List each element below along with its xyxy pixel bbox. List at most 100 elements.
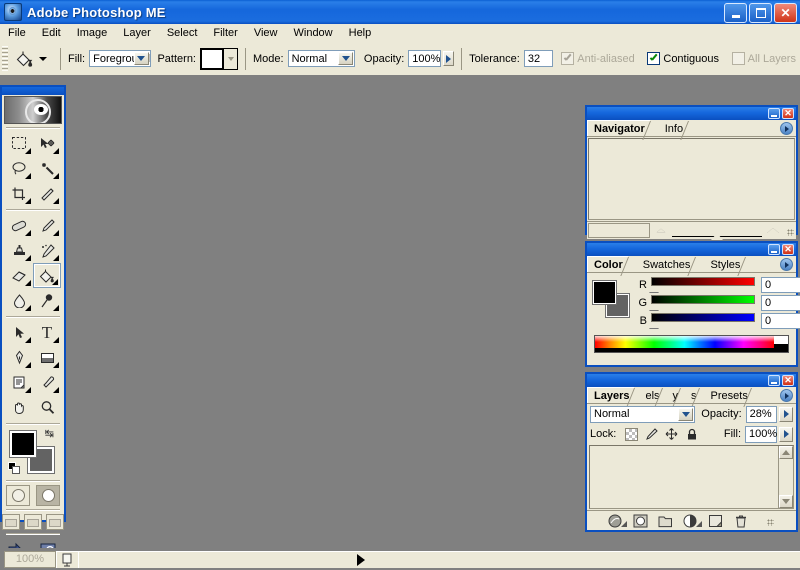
new-adjustment-layer-icon[interactable] (683, 513, 702, 528)
zoom-tool[interactable] (33, 395, 61, 420)
paint-bucket-icon[interactable] (11, 46, 37, 72)
quick-mask-mode-icon[interactable] (36, 485, 60, 506)
new-layer-icon[interactable] (708, 513, 724, 528)
options-bar-grip[interactable] (2, 45, 8, 72)
menu-view[interactable]: View (246, 26, 286, 40)
blend-mode-dropdown[interactable]: Normal (590, 405, 696, 423)
crop-tool[interactable] (5, 181, 33, 206)
resize-grip[interactable] (784, 223, 796, 238)
layers-scrollbar[interactable] (778, 446, 793, 508)
channel-knob-r[interactable] (649, 286, 659, 292)
tab-presets[interactable]: Presets (708, 388, 751, 403)
slice-tool[interactable] (33, 181, 61, 206)
foreground-color-swatch[interactable] (593, 281, 616, 304)
expand-arrow-icon[interactable] (357, 553, 365, 566)
scroll-up-icon[interactable] (779, 446, 793, 459)
document-icon[interactable] (56, 550, 78, 568)
navigator-zoom-input[interactable] (588, 223, 650, 238)
lasso-tool[interactable] (5, 156, 33, 181)
menu-edit[interactable]: Edit (34, 26, 69, 40)
menu-window[interactable]: Window (286, 26, 341, 40)
minimize-icon[interactable] (724, 3, 747, 23)
channel-value-r[interactable]: 0 (761, 277, 800, 293)
pen-tool[interactable] (5, 345, 33, 370)
layers-opacity-slider-button[interactable] (779, 406, 793, 422)
opacity-input[interactable]: 100% (408, 50, 442, 67)
tolerance-input[interactable]: 32 (523, 50, 553, 67)
menu-help[interactable]: Help (341, 26, 380, 40)
shape-tool[interactable] (33, 345, 61, 370)
scroll-down-icon[interactable] (779, 495, 793, 508)
standard-screen-mode-icon[interactable] (2, 514, 20, 530)
close-icon[interactable]: ✕ (774, 3, 797, 23)
minimize-icon[interactable] (768, 244, 780, 255)
notes-tool[interactable] (5, 370, 33, 395)
menu-select[interactable]: Select (159, 26, 206, 40)
resize-grip[interactable] (764, 513, 776, 528)
lock-all-icon[interactable] (685, 428, 698, 441)
status-zoom-field[interactable]: 100% (4, 550, 56, 568)
foreground-color-swatch[interactable] (10, 431, 36, 457)
navigator-zoom-slider[interactable] (650, 228, 784, 240)
clone-stamp-tool[interactable] (5, 238, 33, 263)
palette-menu-icon[interactable] (780, 389, 793, 402)
slider-thumb[interactable] (711, 233, 723, 240)
channel-slider-r[interactable] (649, 277, 755, 293)
layers-palette-titlebar[interactable]: ✕ (587, 374, 796, 387)
history-brush-tool[interactable] (33, 238, 61, 263)
close-icon[interactable]: ✕ (782, 375, 794, 386)
lock-image-pixels-icon[interactable] (645, 428, 659, 441)
hand-tool[interactable] (5, 395, 33, 420)
close-icon[interactable]: ✕ (782, 108, 794, 119)
menu-filter[interactable]: Filter (205, 26, 245, 40)
menu-layer[interactable]: Layer (115, 26, 159, 40)
color-spectrum-ramp[interactable] (594, 335, 789, 353)
layer-style-icon[interactable] (608, 513, 627, 528)
layers-fill-input[interactable]: 100% (745, 425, 777, 443)
standard-mode-icon[interactable] (6, 485, 30, 506)
mode-dropdown[interactable]: Normal (287, 50, 356, 67)
tab-navigator[interactable]: Navigator (587, 120, 650, 136)
menu-file[interactable]: File (0, 26, 34, 40)
zoom-in-icon[interactable] (767, 228, 779, 233)
dodge-tool[interactable] (33, 288, 61, 313)
magic-wand-tool[interactable] (33, 156, 61, 181)
eraser-tool[interactable] (5, 263, 33, 288)
path-selection-tool[interactable] (5, 320, 33, 345)
lock-transparent-pixels-icon[interactable] (625, 427, 639, 441)
swap-colors-icon[interactable]: ↹ (45, 429, 54, 440)
healing-brush-tool[interactable] (5, 213, 33, 238)
channel-value-b[interactable]: 0 (761, 313, 800, 329)
layers-list-content[interactable] (590, 446, 778, 508)
channel-value-g[interactable]: 0 (761, 295, 800, 311)
spectrum-gradient[interactable] (595, 336, 774, 352)
pattern-picker-chevron-icon[interactable] (224, 47, 238, 70)
pattern-swatch[interactable] (200, 47, 224, 70)
toolbox-titlebar[interactable] (2, 87, 64, 95)
zoom-out-icon[interactable] (656, 228, 666, 233)
channel-slider-g[interactable] (649, 295, 755, 311)
blur-tool[interactable] (5, 288, 33, 313)
minimize-icon[interactable] (768, 108, 780, 119)
full-screen-menubar-mode-icon[interactable] (24, 514, 42, 530)
channel-knob-b[interactable] (649, 322, 659, 328)
layers-fill-slider-button[interactable] (779, 426, 793, 442)
tab-layers[interactable]: Layers (587, 387, 635, 403)
spectrum-black-white-swatch[interactable] (774, 336, 788, 352)
channel-knob-g[interactable] (649, 304, 659, 310)
navigator-palette-titlebar[interactable]: ✕ (587, 107, 796, 120)
type-tool[interactable]: T (33, 320, 61, 345)
navigator-thumbnail-view[interactable] (588, 138, 795, 220)
fill-dropdown[interactable]: Foreground (89, 50, 151, 67)
marquee-tool[interactable] (5, 131, 33, 156)
close-icon[interactable]: ✕ (782, 244, 794, 255)
channel-slider-b[interactable] (649, 313, 755, 329)
palette-menu-icon[interactable] (780, 258, 793, 271)
palette-menu-icon[interactable] (780, 122, 793, 135)
color-palette-titlebar[interactable]: ✕ (587, 243, 796, 256)
full-screen-mode-icon[interactable] (46, 514, 64, 530)
layers-list[interactable] (589, 445, 794, 509)
layer-mask-icon[interactable] (633, 513, 649, 528)
move-tool[interactable] (33, 131, 61, 156)
eyedropper-tool[interactable] (33, 370, 61, 395)
